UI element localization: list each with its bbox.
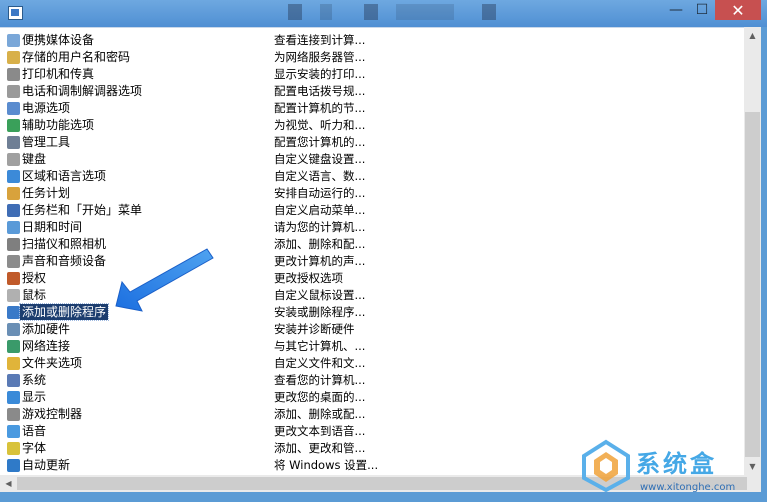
watermark-text: 系统盒 xyxy=(636,450,717,478)
annotation-arrow-icon xyxy=(115,248,214,312)
watermark-logo-icon xyxy=(582,439,630,493)
watermark: 系统盒 www.xitonghe.com xyxy=(570,432,767,502)
watermark-url: www.xitonghe.com xyxy=(640,482,736,493)
